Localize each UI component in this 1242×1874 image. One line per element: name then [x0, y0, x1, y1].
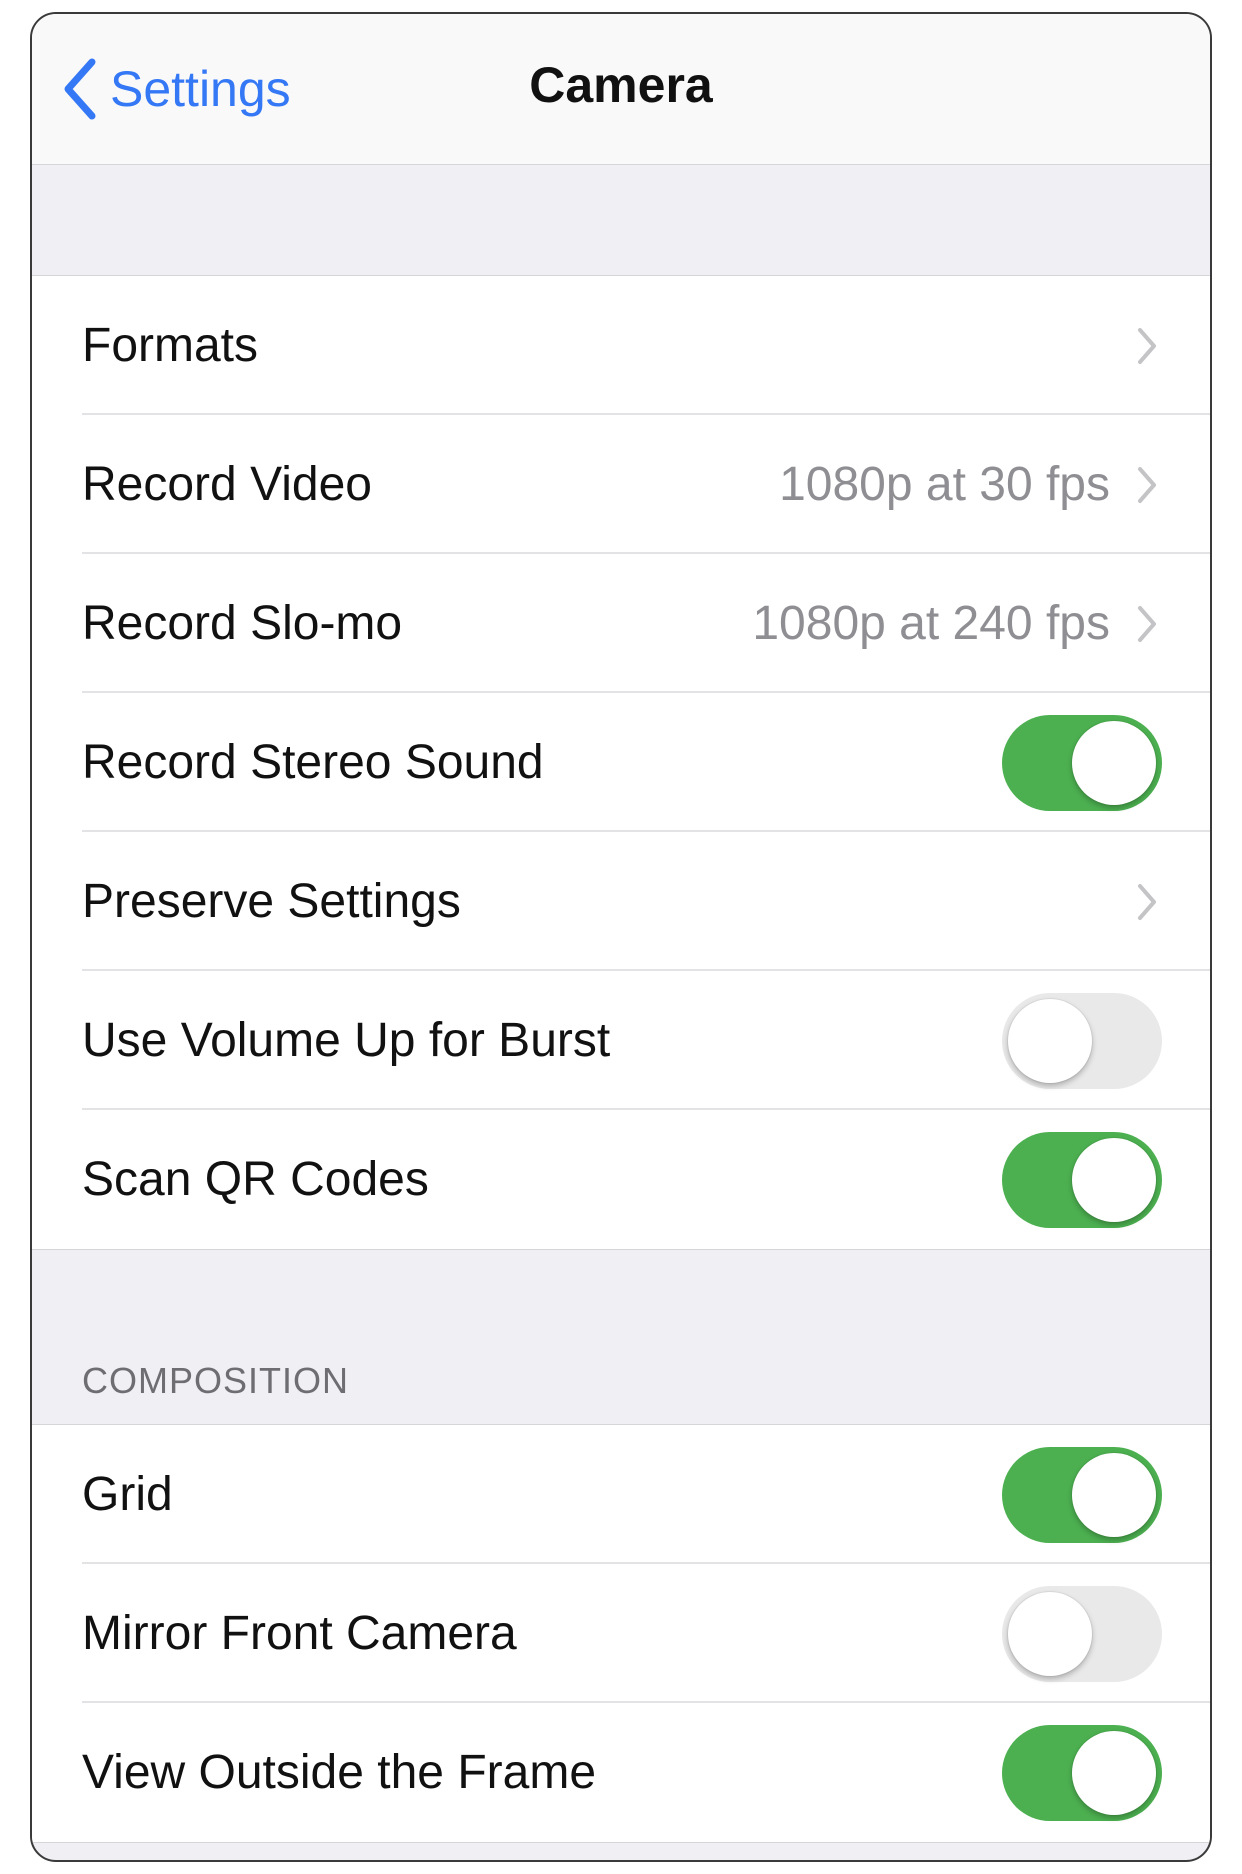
navigation-bar: Settings Camera: [32, 14, 1210, 165]
row-label: Scan QR Codes: [82, 1153, 429, 1206]
chevron-right-icon: [1132, 602, 1162, 646]
row-label: Record Video: [82, 458, 372, 511]
row-preserve-settings[interactable]: Preserve Settings: [32, 832, 1210, 971]
toggle-knob: [1072, 1137, 1156, 1222]
toggle-knob: [1072, 720, 1156, 805]
row-scan-qr-codes: Scan QR Codes: [32, 1110, 1210, 1249]
toggle-knob: [1072, 1452, 1156, 1537]
grid-toggle[interactable]: [1002, 1446, 1162, 1543]
row-mirror-front-camera: Mirror Front Camera: [32, 1564, 1210, 1703]
row-label: Use Volume Up for Burst: [82, 1014, 611, 1067]
mirror-front-camera-toggle[interactable]: [1002, 1585, 1162, 1682]
toggle-knob: [1008, 998, 1092, 1083]
row-detail-value: 1080p at 240 fps: [752, 597, 1110, 650]
record-stereo-sound-toggle[interactable]: [1002, 714, 1162, 811]
row-label: Mirror Front Camera: [82, 1607, 517, 1660]
row-record-stereo-sound: Record Stereo Sound: [32, 693, 1210, 832]
page-title: Camera: [529, 57, 713, 113]
camera-settings-screen: Settings Camera Formats Record Video 108…: [30, 12, 1212, 1862]
chevron-right-icon: [1132, 880, 1162, 924]
row-record-video[interactable]: Record Video 1080p at 30 fps: [32, 415, 1210, 554]
row-view-outside-frame: View Outside the Frame: [32, 1703, 1210, 1842]
row-formats[interactable]: Formats: [32, 276, 1210, 415]
view-outside-frame-toggle[interactable]: [1002, 1724, 1162, 1821]
toggle-knob: [1072, 1730, 1156, 1815]
row-label: Grid: [82, 1468, 173, 1521]
composition-group: Grid Mirror Front Camera View Outside th…: [32, 1424, 1210, 1843]
row-detail-value: 1080p at 30 fps: [779, 458, 1110, 511]
chevron-right-icon: [1132, 463, 1162, 507]
chevron-right-icon: [1132, 324, 1162, 368]
row-label: Record Stereo Sound: [82, 736, 544, 789]
composition-section-spacer: COMPOSITION: [32, 1250, 1210, 1424]
row-volume-up-burst: Use Volume Up for Burst: [32, 971, 1210, 1110]
scan-qr-codes-toggle[interactable]: [1002, 1131, 1162, 1228]
row-label: Record Slo-mo: [82, 597, 403, 650]
row-grid: Grid: [32, 1425, 1210, 1564]
toggle-knob: [1008, 1591, 1092, 1676]
section-header-composition: COMPOSITION: [82, 1360, 350, 1401]
volume-up-burst-toggle[interactable]: [1002, 992, 1162, 1089]
section-spacer: [32, 165, 1210, 275]
row-label: Formats: [82, 319, 259, 372]
camera-options-group: Formats Record Video 1080p at 30 fps Rec…: [32, 275, 1210, 1250]
row-record-slo-mo[interactable]: Record Slo-mo 1080p at 240 fps: [32, 554, 1210, 693]
row-label: View Outside the Frame: [82, 1746, 597, 1799]
row-label: Preserve Settings: [82, 875, 461, 928]
